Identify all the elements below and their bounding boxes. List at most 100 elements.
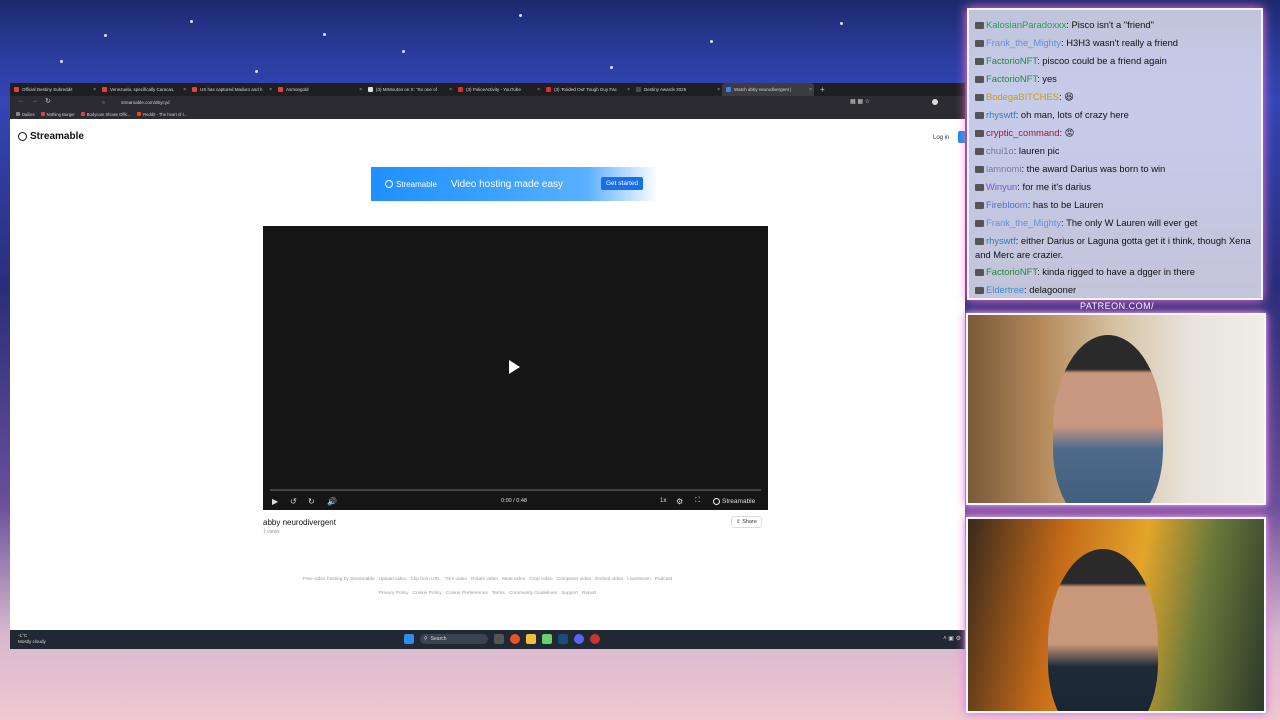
- chat-badge-icon: [975, 148, 984, 155]
- browser-tab[interactable]: Venezuela, specifically Caracas, ×: [98, 83, 188, 96]
- bookmark-label: Reddit - The heart of t...: [143, 111, 188, 117]
- browser-tab[interactable]: US has captured Maduro and h ×: [188, 83, 274, 96]
- tab-close-icon[interactable]: ×: [183, 87, 186, 93]
- tab-close-icon[interactable]: ×: [717, 87, 720, 93]
- signup-button[interactable]: [958, 131, 965, 143]
- browser-tab[interactable]: Asmongold ×: [274, 83, 364, 96]
- player-logo-icon: [713, 497, 720, 505]
- login-link[interactable]: Log in: [933, 135, 949, 141]
- speed-button[interactable]: 1x: [660, 498, 666, 504]
- windows-start-icon[interactable]: [404, 634, 414, 644]
- chat-badge-icon: [975, 40, 984, 47]
- new-tab-icon[interactable]: +: [820, 85, 825, 94]
- footer-link[interactable]: Compress video: [557, 577, 592, 582]
- play-icon[interactable]: ▶: [272, 497, 278, 506]
- chat-message: rhyswtf: either Darius or Laguna gotta g…: [975, 234, 1259, 261]
- get-started-button[interactable]: Get started: [601, 177, 644, 190]
- chat-message: Winyun: for me it's darius: [975, 180, 1259, 194]
- weather-widget[interactable]: -1°C Mostly cloudy: [18, 633, 46, 644]
- address-input[interactable]: ○ streamable.com/d6ycyd: [102, 98, 822, 107]
- file-explorer-icon[interactable]: [526, 634, 536, 644]
- footer-link[interactable]: Upload video: [379, 577, 407, 582]
- video-player[interactable]: ▶ ↺ ↻ 🔊 0:00 / 0:48 1x ⚙ ⛶ Streamable: [263, 226, 768, 510]
- chat-text: for me it's darius: [1019, 181, 1091, 192]
- chat-text: H3H3 wasn't really a friend: [1063, 37, 1178, 48]
- tab-favicon-icon: [546, 87, 551, 92]
- volume-icon[interactable]: 🔊: [327, 497, 337, 506]
- footer-link[interactable]: Mute video: [502, 577, 525, 582]
- system-tray[interactable]: ˄ ▣ ⚙: [943, 635, 961, 642]
- bookmark-item[interactable]: Nothing Burger: [40, 112, 75, 117]
- play-overlay-icon[interactable]: [509, 360, 520, 374]
- footer-link[interactable]: Cookie Policy: [413, 591, 442, 596]
- app-icon[interactable]: [542, 634, 552, 644]
- obs-icon[interactable]: [590, 634, 600, 644]
- streamable-logo-icon: [18, 132, 27, 141]
- task-view-icon[interactable]: [494, 634, 504, 644]
- tab-close-icon[interactable]: ×: [537, 87, 540, 93]
- forward-icon[interactable]: →: [32, 98, 38, 104]
- footer-link[interactable]: Clip from URL: [411, 577, 441, 582]
- extensions-icon[interactable]: ▦ ▦ ☆: [850, 98, 870, 105]
- tab-label: Watch abby neurodivergent |: [734, 87, 792, 92]
- streamable-logo[interactable]: Streamable: [18, 131, 84, 142]
- guest-figure: [1048, 549, 1158, 711]
- chat-message: rhyswtf: oh man, lots of crazy here: [975, 108, 1259, 122]
- browser-tab[interactable]: (3) 'Roided Out' Tough Guy Fac ×: [542, 83, 632, 96]
- browser-tab[interactable]: Watch abby neurodivergent | ×: [722, 83, 814, 96]
- footer-link[interactable]: Embed video: [595, 577, 623, 582]
- footer-link[interactable]: Support: [561, 591, 578, 596]
- bookmark-item[interactable]: Reddit - The heart of t...: [137, 112, 187, 117]
- chat-badge-icon: [975, 269, 984, 276]
- discord-icon[interactable]: [574, 634, 584, 644]
- webcam-bottom: [966, 517, 1266, 713]
- taskbar-search[interactable]: ⚲ Search: [420, 634, 488, 644]
- forward-skip-icon[interactable]: ↻: [308, 497, 315, 506]
- fullscreen-icon[interactable]: ⛶: [695, 497, 700, 505]
- footer-link[interactable]: Community Guidelines: [509, 591, 557, 596]
- video-progress-bar[interactable]: [270, 489, 761, 491]
- profile-icon[interactable]: [932, 99, 938, 105]
- chat-message: FactorioNFT: kinda rigged to have a dgge…: [975, 265, 1259, 279]
- browser-tab[interactable]: Official Destiny Subreddit ×: [10, 83, 98, 96]
- tab-close-icon[interactable]: ×: [359, 87, 362, 93]
- footer-link[interactable]: Podcast: [655, 577, 672, 582]
- tab-close-icon[interactable]: ×: [627, 87, 630, 93]
- chat-text: Pisco isn't a "friend": [1068, 19, 1154, 30]
- back-icon[interactable]: ←: [18, 98, 24, 104]
- browser-app-icon[interactable]: [510, 634, 520, 644]
- footer-link[interactable]: Free video hosting by Streamable: [303, 577, 375, 582]
- browser-tab[interactable]: Destiny Awards 2025 ×: [632, 83, 722, 96]
- player-controls: ▶ ↺ ↻ 🔊 0:00 / 0:48 1x ⚙ ⛶ Streamable: [263, 492, 768, 510]
- footer-link[interactable]: Report: [582, 591, 596, 596]
- settings-gear-icon[interactable]: ⚙: [676, 497, 683, 506]
- steam-icon[interactable]: [558, 634, 568, 644]
- footer-link[interactable]: Cookie Preferences: [446, 591, 488, 596]
- share-button[interactable]: ⇧ Share: [731, 516, 762, 528]
- tab-close-icon[interactable]: ×: [449, 87, 452, 93]
- ad-banner[interactable]: Streamable Video hosting made easy Get s…: [371, 167, 658, 201]
- browser-tab[interactable]: (3) PoliceActivity - YouTube ×: [454, 83, 542, 96]
- tab-close-icon[interactable]: ×: [809, 87, 812, 93]
- footer-link[interactable]: Terms: [492, 591, 505, 596]
- bookmark-item[interactable]: Bodycam Shows Offic...: [80, 112, 131, 117]
- chat-username: rhyswtf: [986, 109, 1016, 120]
- tab-close-icon[interactable]: ×: [93, 87, 96, 93]
- tab-close-icon[interactable]: ×: [269, 87, 272, 93]
- player-brand[interactable]: Streamable: [713, 497, 755, 505]
- browser-tab[interactable]: (3) MrMouton on X: "So one of ×: [364, 83, 454, 96]
- tab-label: Official Destiny Subreddit: [22, 87, 73, 92]
- footer-link[interactable]: Privacy Policy: [379, 591, 409, 596]
- rewind-icon[interactable]: ↺: [290, 497, 297, 506]
- reload-icon[interactable]: ↻: [45, 97, 51, 105]
- footer-link[interactable]: Rotate video: [471, 577, 498, 582]
- chat-username: lamnomi: [986, 163, 1022, 174]
- footer-link[interactable]: Crop video: [529, 577, 552, 582]
- footer-link[interactable]: Trim video: [445, 577, 467, 582]
- share-label: Share: [742, 519, 757, 525]
- chat-text: lauren pic: [1016, 145, 1060, 156]
- bookmark-item[interactable]: Dailies: [16, 112, 35, 117]
- bookmarks-bar: Dailies Nothing Burger Bodycam Shows Offic…: [10, 109, 965, 119]
- tab-favicon-icon: [458, 87, 463, 92]
- footer-link[interactable]: Livestream: [627, 577, 650, 582]
